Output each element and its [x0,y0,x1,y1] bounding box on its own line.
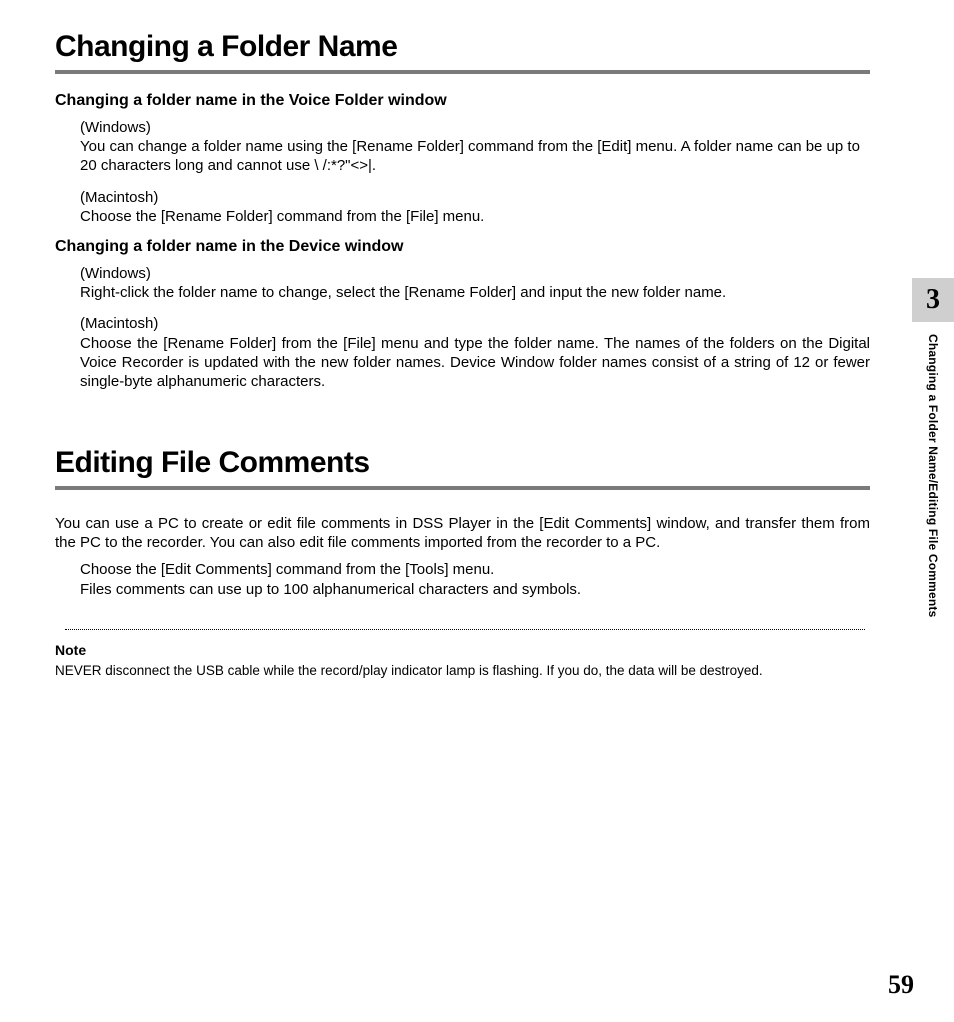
page-number: 59 [888,970,914,1000]
subhead-device-window: Changing a folder name in the Device win… [55,238,870,256]
para-text: Choose the [Rename Folder] from the [Fil… [80,335,599,352]
side-tab: 3 Changing a Folder Name/Editing File Co… [912,278,954,618]
para-windows-device: (Windows) Right-click the folder name to… [80,264,870,302]
os-label-mac-1: (Macintosh) [80,188,870,207]
para-mac-voice: (Macintosh) Choose the [Rename Folder] c… [80,188,870,226]
title-rule-2 [55,486,870,490]
os-label-windows-1: (Windows) [80,118,870,137]
chapter-number-box: 3 [912,278,954,322]
editing-steps: Choose the [Edit Comments] command from … [80,560,870,598]
section-title-1: Changing a Folder Name [55,30,870,64]
subhead-voice-folder: Changing a folder name in the Voice Fold… [55,92,870,110]
section-title-2: Editing File Comments [55,446,870,480]
editing-line-1: Choose the [Edit Comments] command from … [80,560,870,579]
running-head: Changing a Folder Name/Editing File Comm… [926,334,940,618]
editing-intro: You can use a PC to create or edit file … [55,514,870,552]
para-mac-device: (Macintosh) Choose the [Rename Folder] f… [80,314,870,391]
para-windows-voice: (Windows) You can change a folder name u… [80,118,870,176]
note-text: NEVER disconnect the USB cable while the… [55,662,870,680]
para-text: You can change a folder name using the [… [80,138,860,174]
os-label-windows-2: (Windows) [80,264,870,283]
chapter-number: 3 [926,284,940,316]
title-rule-1 [55,70,870,74]
para-text: Right-click the folder name to change, s… [80,284,726,301]
os-label-mac-2: (Macintosh) [80,314,870,333]
note-label: Note [55,642,870,658]
editing-line-2: Files comments can use up to 100 alphanu… [80,580,870,599]
para-text: Choose the [Rename Folder] command from … [80,208,484,225]
dotted-separator [65,629,865,630]
